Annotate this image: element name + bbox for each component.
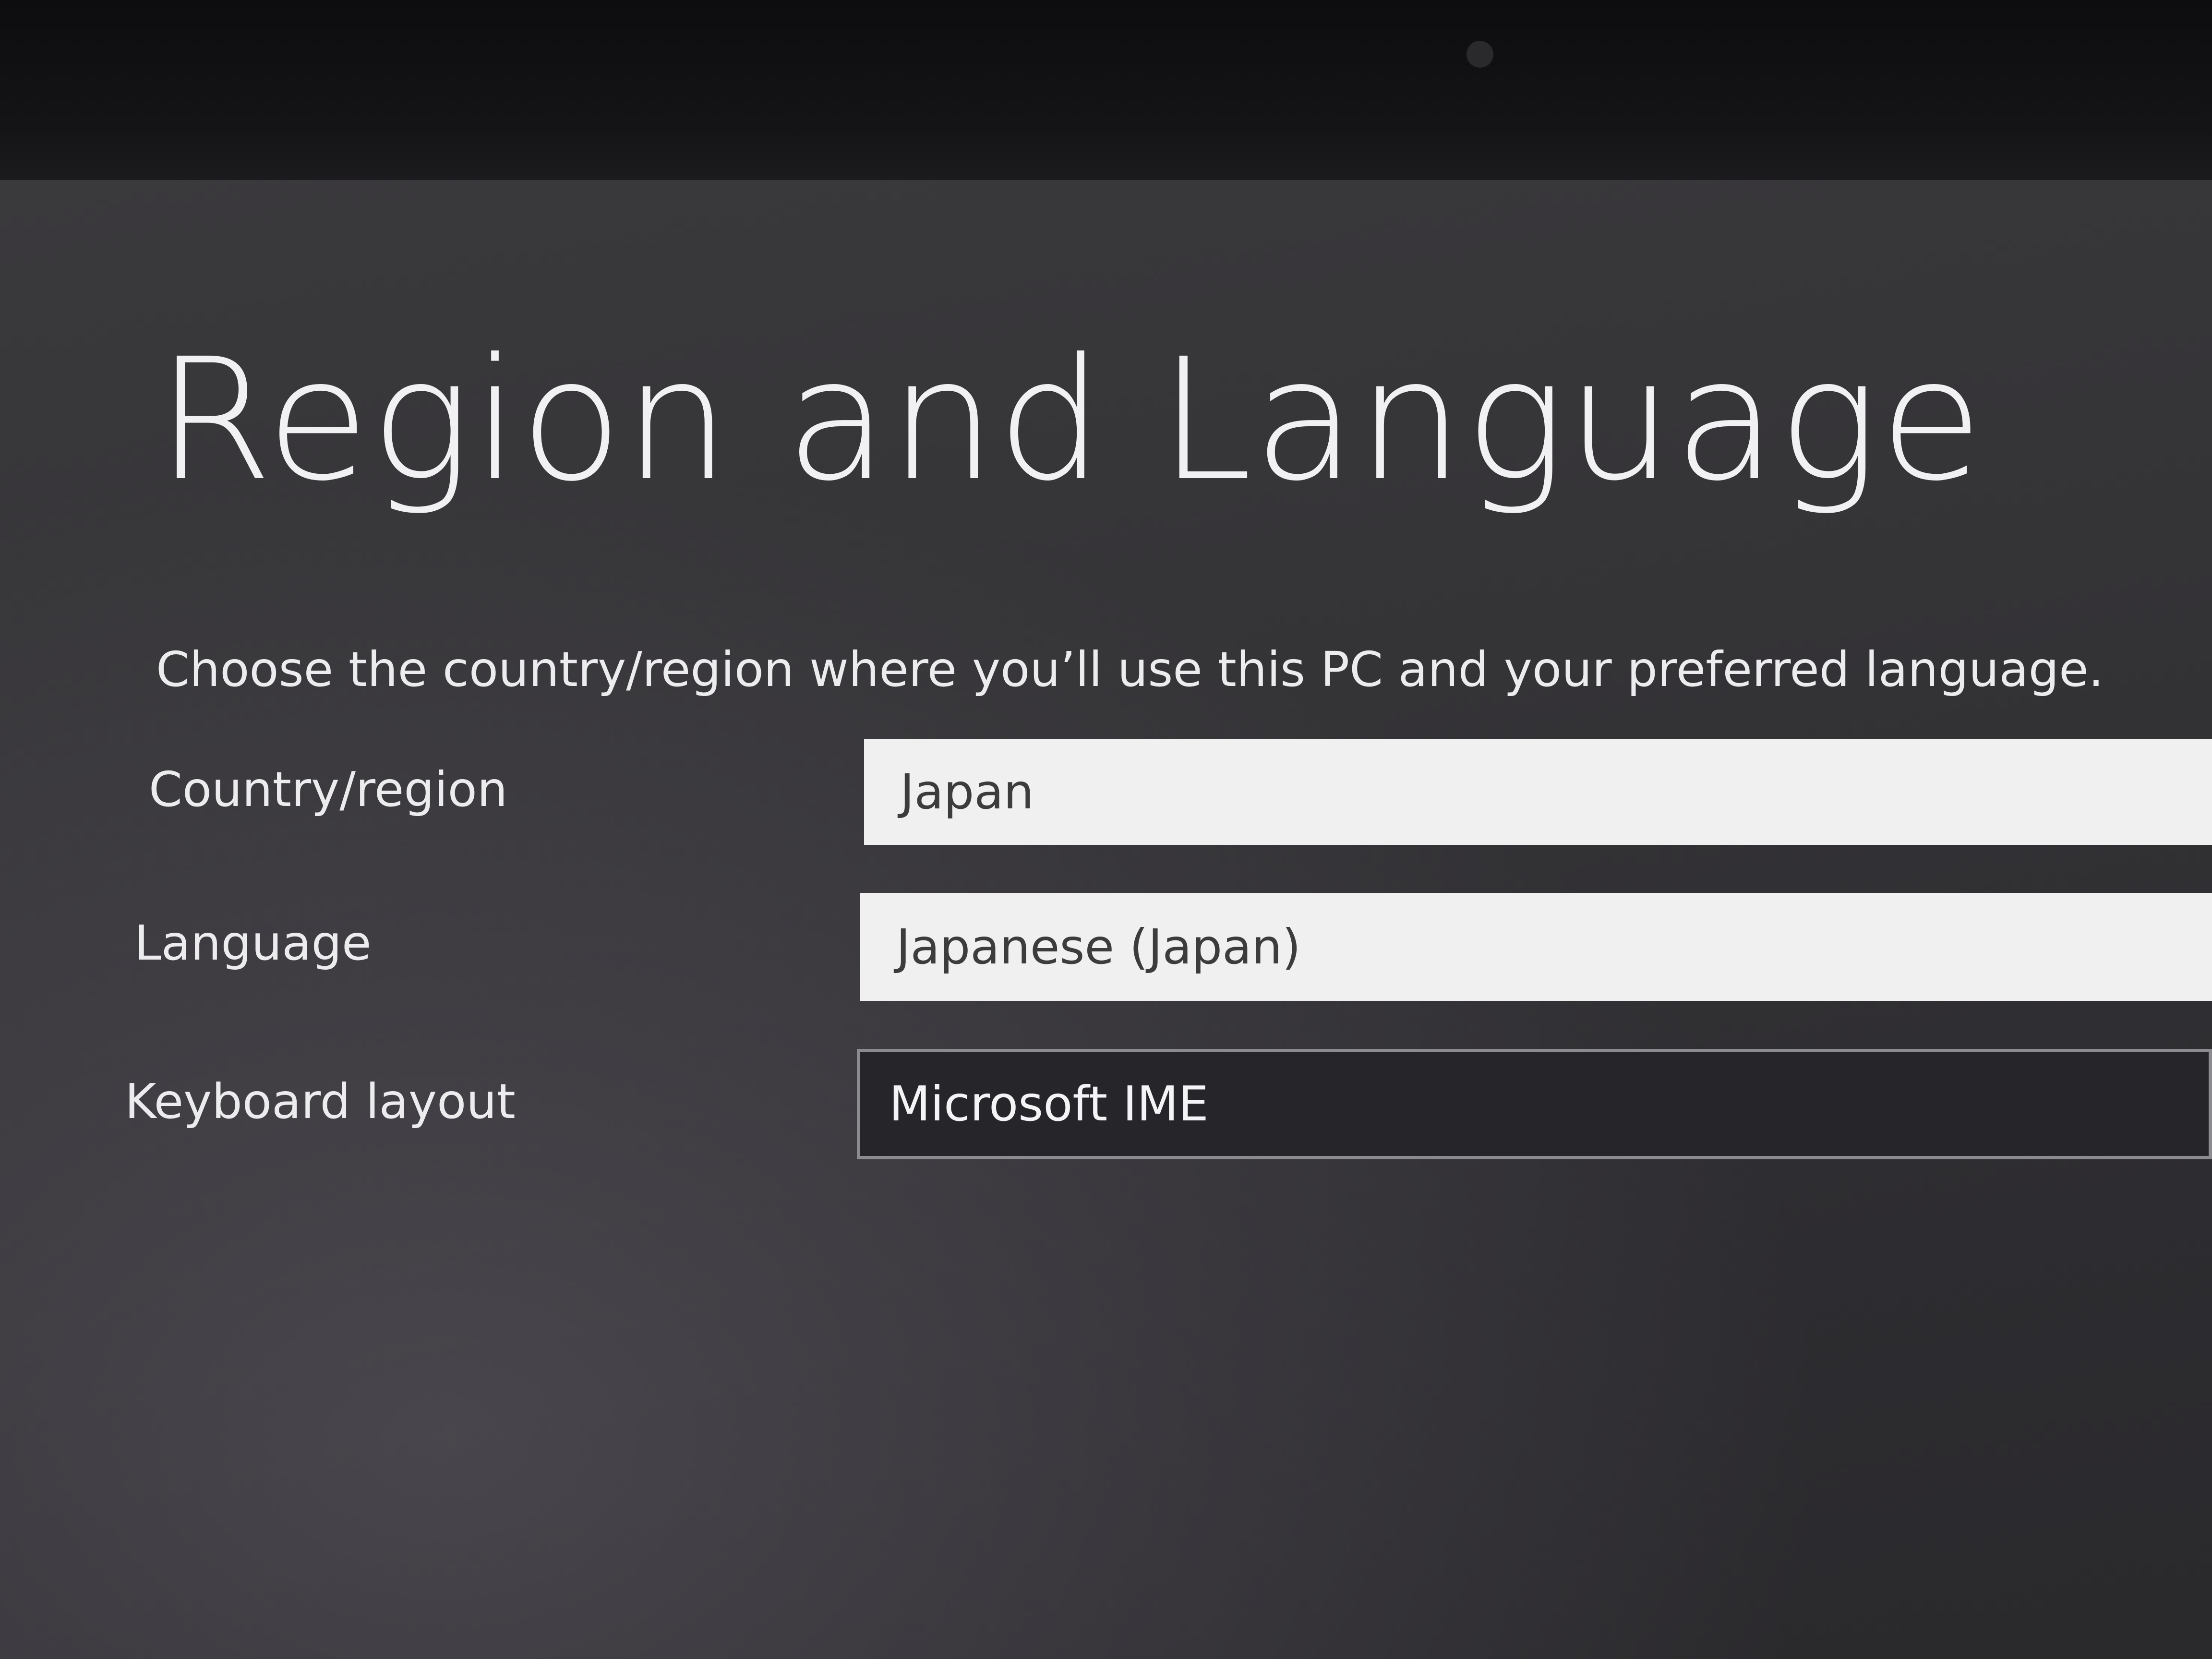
photo-of-screen: Region and Language Choose the country/r… [0, 0, 2212, 1659]
country-region-value: Japan [900, 764, 1034, 820]
language-label: Language [134, 915, 372, 971]
camera-dot [1467, 41, 1493, 68]
language-value: Japanese (Japan) [896, 918, 1301, 975]
keyboard-layout-label: Keyboard layout [125, 1073, 516, 1130]
country-region-label: Country/region [149, 761, 508, 817]
country-region-dropdown[interactable]: Japan [864, 739, 2212, 845]
language-dropdown[interactable]: Japanese (Japan) [860, 893, 2212, 1001]
keyboard-layout-field[interactable]: Microsoft IME [857, 1049, 2212, 1159]
keyboard-layout-value: Microsoft IME [889, 1076, 1209, 1132]
device-bezel [0, 0, 2212, 180]
page-instructions: Choose the country/region where you’ll u… [156, 641, 2104, 697]
page-title: Region and Language [156, 322, 1984, 518]
